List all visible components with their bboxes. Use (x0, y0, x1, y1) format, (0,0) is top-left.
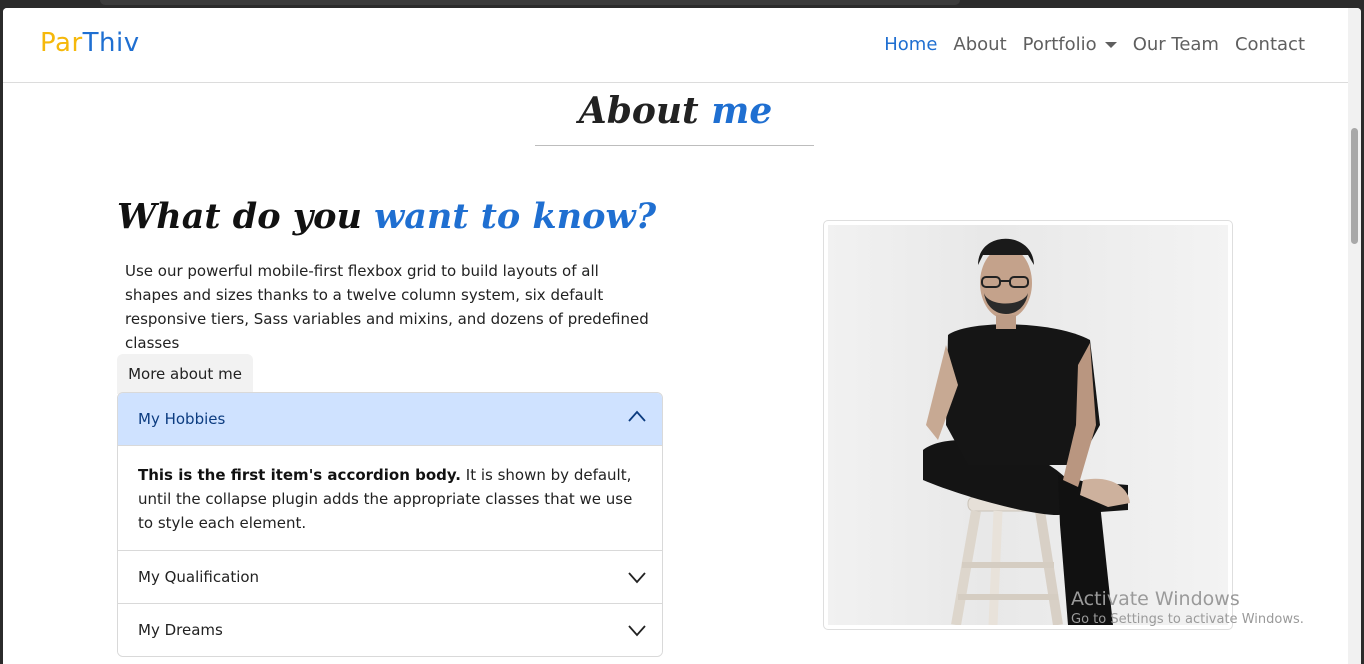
nav-our-team[interactable]: Our Team (1133, 34, 1219, 55)
accordion-label: My Dreams (138, 621, 223, 639)
brand-logo[interactable]: ParThiv (40, 28, 140, 58)
accordion-label: My Hobbies (138, 410, 226, 428)
caret-down-icon (1104, 41, 1117, 48)
accordion-body-hobbies: This is the first item's accordion body.… (118, 445, 662, 550)
browser-top-edge (100, 0, 960, 5)
navbar: ParThiv Home About Portfolio Our Team Co… (3, 8, 1348, 83)
accordion-header-qualification[interactable]: My Qualification (118, 550, 662, 603)
profile-photo-frame (823, 220, 1233, 630)
accordion-body-bold: This is the first item's accordion body. (138, 466, 462, 484)
nav-home[interactable]: Home (884, 34, 937, 55)
vertical-scrollbar[interactable] (1348, 8, 1361, 664)
chevron-up-icon (628, 410, 646, 424)
nav-contact[interactable]: Contact (1235, 34, 1305, 55)
intro-description: Use our powerful mobile-first flexbox gr… (125, 262, 649, 352)
watermark-line-2: Go to Settings to activate Windows. (1071, 612, 1304, 627)
accordion-label: My Qualification (138, 568, 260, 586)
nav-about[interactable]: About (953, 34, 1006, 55)
brand-part-2: T (82, 28, 100, 58)
heading-divider (535, 145, 814, 146)
scrollbar-thumb[interactable] (1351, 128, 1358, 244)
about-heading: About me (3, 90, 1348, 132)
nav-links: Home About Portfolio Our Team Contact (884, 34, 1305, 55)
accordion-header-hobbies[interactable]: My Hobbies (118, 393, 662, 445)
accordion-header-dreams[interactable]: My Dreams (118, 603, 662, 656)
about-heading-plain: About (578, 90, 699, 132)
chevron-down-icon (628, 625, 646, 639)
brand-part-1: Par (40, 28, 83, 58)
profile-photo (828, 225, 1228, 625)
intro-heading-plain: What do you (117, 196, 362, 237)
about-heading-accent: me (711, 90, 773, 132)
accordion: My Hobbies This is the first item's acco… (117, 392, 663, 657)
watermark-line-1: Activate Windows (1071, 588, 1240, 610)
intro-heading: What do you want to know? (117, 196, 656, 237)
more-about-me-button[interactable]: More about me (117, 354, 253, 394)
nav-portfolio-label: Portfolio (1022, 34, 1097, 55)
chevron-down-icon (628, 572, 646, 586)
intro-heading-accent: want to know? (374, 196, 657, 237)
brand-part-3: hiv (99, 28, 140, 58)
browser-viewport: ParThiv Home About Portfolio Our Team Co… (3, 8, 1361, 664)
windows-activation-watermark: Activate Windows Go to Settings to activ… (1071, 588, 1304, 627)
nav-portfolio-dropdown[interactable]: Portfolio (1023, 34, 1117, 55)
